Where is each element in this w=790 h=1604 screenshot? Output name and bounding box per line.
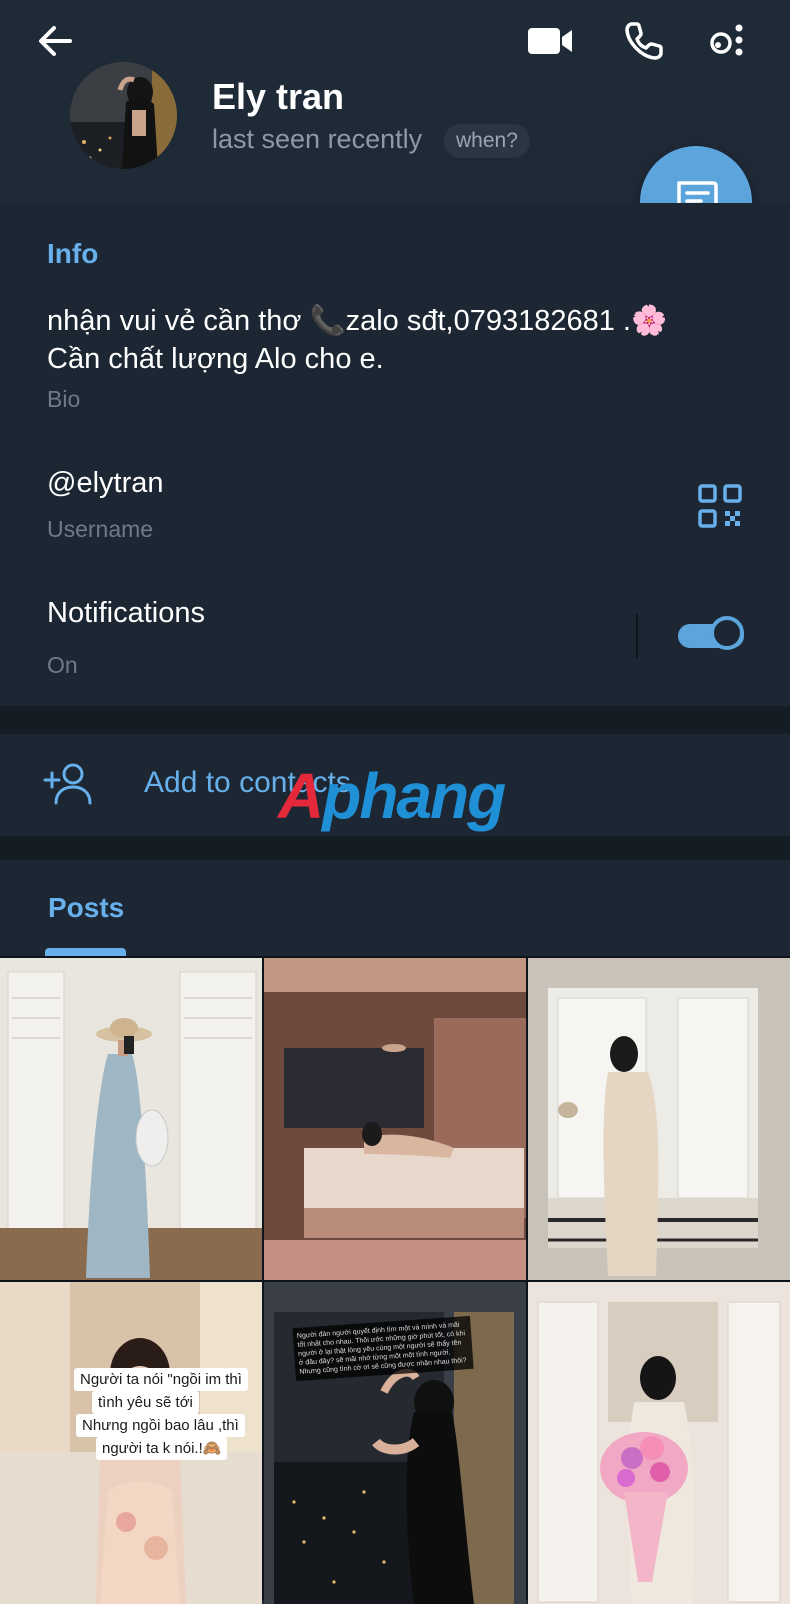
post-image-1 — [0, 958, 262, 1280]
when-button[interactable]: when? — [444, 124, 530, 158]
post-caption-line-2: tình yêu sẽ tới — [92, 1391, 199, 1414]
username-label: Username — [47, 516, 154, 542]
info-title: Info — [47, 238, 99, 269]
post-caption-line-3: Nhưng ngồi bao lâu ,thì — [76, 1414, 245, 1437]
arrow-left-icon — [39, 26, 72, 56]
post-image-2 — [264, 958, 526, 1280]
watermark-part-1: A — [278, 760, 324, 832]
notifications-label[interactable]: Notifications — [47, 597, 205, 630]
watermark-logo: Aphang — [278, 764, 506, 828]
post-caption-line-1: Người ta nói "ngồi im thì — [74, 1368, 248, 1391]
username-value[interactable]: @elytran — [47, 467, 163, 500]
bio-text[interactable]: nhận vui vẻ cần thơ 📞zalo sđt,0793182681… — [47, 302, 747, 378]
tab-posts-indicator — [45, 948, 126, 956]
section-gap — [0, 836, 790, 860]
last-seen-status: last seen recently — [212, 124, 423, 154]
notifications-toggle[interactable] — [678, 616, 748, 656]
bio-line-1: nhận vui vẻ cần thơ 📞zalo sđt,0793182681… — [47, 305, 668, 337]
post-thumbnail-3[interactable] — [528, 958, 790, 1280]
posts-grid: Người ta nói "ngồi im thì tình yêu sẽ tớ… — [0, 956, 790, 1604]
bio-label: Bio — [47, 386, 81, 412]
post-thumbnail-2[interactable] — [264, 958, 526, 1280]
back-button[interactable] — [30, 16, 80, 66]
phone-icon — [625, 22, 663, 60]
more-vertical-icon — [710, 24, 743, 56]
avatar-photo — [70, 62, 177, 169]
video-call-button[interactable] — [522, 16, 578, 66]
toggle-knob — [710, 616, 744, 650]
tab-posts[interactable]: Posts — [48, 892, 124, 924]
post-caption-line-4: người ta k nói.!🙈 — [96, 1437, 228, 1460]
qr-code-icon — [698, 484, 742, 528]
post-thumbnail-1[interactable] — [0, 958, 262, 1280]
notifications-status: On — [47, 652, 78, 678]
avatar[interactable] — [70, 62, 177, 169]
more-button[interactable] — [702, 16, 752, 66]
section-gap — [0, 706, 790, 734]
post-thumbnail-6[interactable] — [528, 1282, 790, 1604]
post-image-3 — [528, 958, 790, 1280]
profile-name: Ely tran — [212, 76, 345, 117]
info-section — [0, 203, 790, 706]
add-contact-icon — [42, 758, 92, 808]
post-image-6 — [528, 1282, 790, 1604]
call-button[interactable] — [618, 16, 670, 66]
bio-line-2: Cần chất lượng Alo cho e. — [47, 343, 384, 375]
post-thumbnail-4[interactable]: Người ta nói "ngồi im thì tình yêu sẽ tớ… — [0, 1282, 262, 1604]
watermark-part-2: phang — [322, 760, 506, 832]
divider — [636, 614, 638, 658]
qr-code-button[interactable] — [696, 482, 744, 530]
post-thumbnail-5[interactable]: Người đàn người quyết định tìm một và mì… — [264, 1282, 526, 1604]
video-camera-icon — [528, 28, 572, 54]
